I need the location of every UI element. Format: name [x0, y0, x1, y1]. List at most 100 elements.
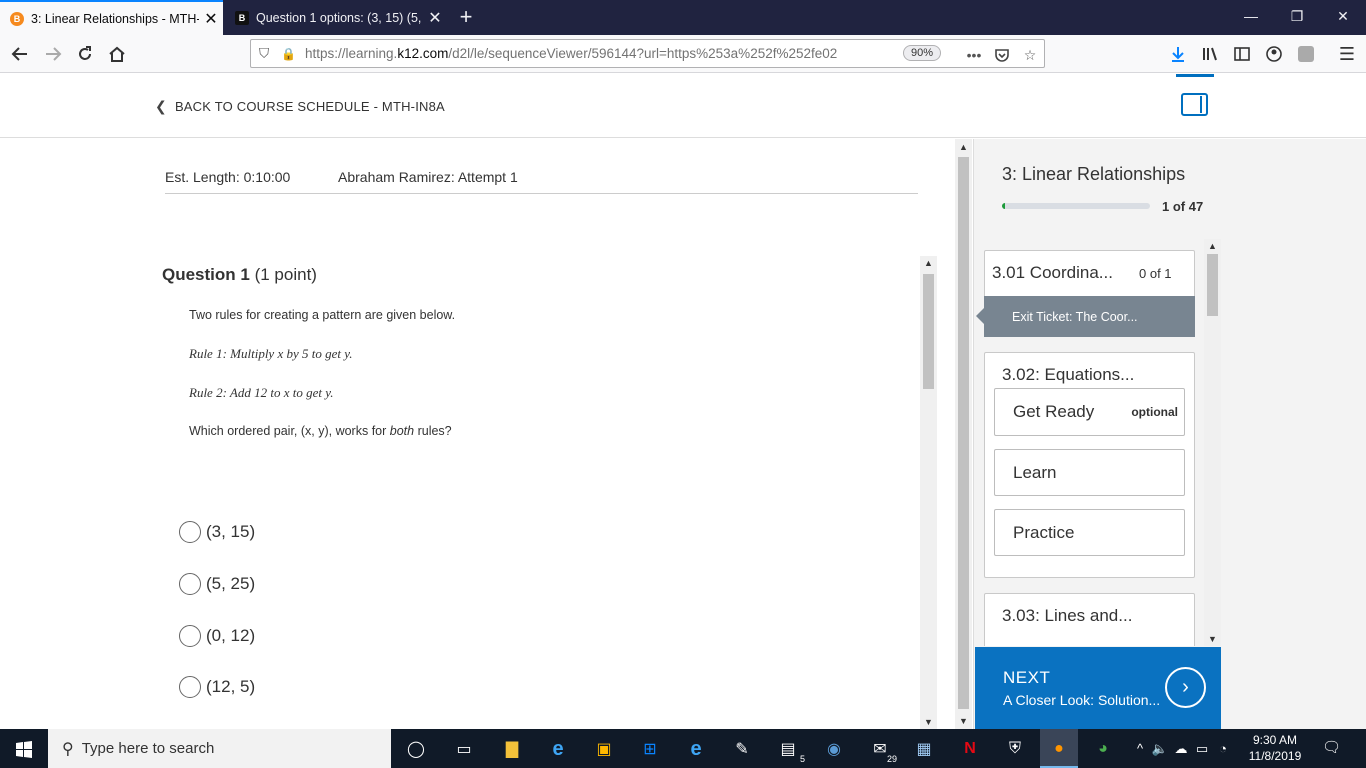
- account-icon[interactable]: [1259, 39, 1289, 69]
- radio-button[interactable]: [179, 573, 201, 595]
- quiz-content: Est. Length: 0:10:00 Abraham Ramirez: At…: [0, 139, 955, 729]
- store-icon[interactable]: ▣: [589, 734, 619, 764]
- url-bar[interactable]: ⛉ 🔒 https://learning.k12.com/d2l/le/sequ…: [250, 39, 1045, 68]
- netflix-icon[interactable]: N: [955, 734, 985, 764]
- close-window-icon[interactable]: ✕: [1320, 0, 1366, 35]
- forward-arrow-icon[interactable]: [38, 39, 68, 69]
- edge-legacy-icon[interactable]: e: [543, 734, 573, 764]
- question-intro: Two rules for creating a pattern are giv…: [189, 308, 456, 322]
- content-scrollbar[interactable]: ▲ ▼: [955, 139, 972, 729]
- answer-choice[interactable]: (0, 12): [179, 624, 255, 648]
- scroll-down-icon[interactable]: ▼: [920, 717, 937, 727]
- lesson-item-get-ready[interactable]: Get Ready optional: [994, 388, 1185, 436]
- est-length: Est. Length: 0:10:00: [165, 169, 291, 185]
- library-icon[interactable]: [1195, 39, 1225, 69]
- home-icon[interactable]: [102, 39, 132, 69]
- onedrive-icon[interactable]: ☁: [1170, 741, 1192, 757]
- back-to-course-link[interactable]: ❮ BACK TO COURSE SCHEDULE - MTH-IN8A: [155, 98, 445, 115]
- task-view-icon[interactable]: ▭: [449, 734, 479, 764]
- attempt-info: Abraham Ramirez: Attempt 1: [338, 169, 518, 185]
- scroll-down-icon[interactable]: ▼: [1204, 634, 1221, 644]
- bookmark-star-icon[interactable]: ☆: [1021, 46, 1039, 64]
- scrollbar-thumb[interactable]: [1207, 254, 1218, 316]
- search-icon: ⚲: [62, 740, 74, 758]
- close-tab-icon[interactable]: ✕: [199, 9, 223, 29]
- shield-icon[interactable]: ⛉: [259, 46, 277, 62]
- security-shield-icon[interactable]: ⛨: [1000, 734, 1030, 764]
- search-placeholder: Type here to search: [81, 740, 215, 757]
- panel-toggle-icon[interactable]: [1181, 93, 1208, 116]
- url-text[interactable]: https://learning.k12.com/d2l/le/sequence…: [305, 46, 885, 61]
- radio-button[interactable]: [179, 521, 201, 543]
- reload-icon[interactable]: [70, 39, 100, 69]
- more-actions-icon[interactable]: •••: [965, 46, 983, 64]
- lesson-card-title: 3.03: Lines and...: [1002, 606, 1133, 625]
- lesson-item-learn[interactable]: Learn: [994, 449, 1185, 496]
- firefox-icon[interactable]: ●: [1040, 729, 1078, 768]
- rule-2: Rule 2: Add 12 to x to get y.: [189, 385, 334, 400]
- clock-time: 9:30 AM: [1252, 733, 1298, 747]
- back-link-label: BACK TO COURSE SCHEDULE - MTH-IN8A: [174, 99, 445, 114]
- clock-date: 11/8/2019: [1248, 749, 1302, 763]
- windows-app-icon[interactable]: ⊞: [635, 734, 665, 764]
- wifi-icon[interactable]: ◔: [1212, 741, 1234, 756]
- progress-text: 1 of 47: [1162, 199, 1204, 214]
- radio-button[interactable]: [179, 676, 201, 698]
- browser-tab-active[interactable]: B 3: Linear Relationships - MTH-IN ✕: [0, 0, 223, 35]
- next-activity-button[interactable]: NEXT A Closer Look: Solution... ›: [975, 647, 1221, 729]
- choice-label: (3, 15): [206, 522, 256, 541]
- page-header: ❮ BACK TO COURSE SCHEDULE - MTH-IN8A: [0, 74, 1366, 138]
- chrome-icon[interactable]: ◕: [1088, 734, 1118, 764]
- scroll-up-icon[interactable]: ▲: [1204, 241, 1221, 251]
- taskbar-clock[interactable]: 9:30 AM 11/8/2019: [1245, 732, 1305, 764]
- file-explorer-icon[interactable]: ▇: [497, 734, 527, 764]
- restore-icon[interactable]: ❐: [1274, 0, 1320, 35]
- new-tab-icon[interactable]: +: [452, 4, 480, 30]
- scrollbar-thumb[interactable]: [958, 157, 969, 709]
- active-lesson-item[interactable]: Exit Ticket: The Coor...: [976, 296, 1195, 337]
- cortana-icon[interactable]: ◯: [401, 734, 431, 764]
- lock-icon[interactable]: 🔒: [281, 47, 297, 61]
- mail-icon[interactable]: ✉ 29: [865, 734, 897, 764]
- browser-tab-inactive[interactable]: B Question 1 options: (3, 15) (5, 2 ✕: [225, 0, 447, 35]
- extension-icon[interactable]: [1291, 39, 1321, 69]
- control-panel-icon[interactable]: ▦: [909, 734, 939, 764]
- lesson-item-label: Get Ready: [1013, 402, 1095, 421]
- app-group-icon[interactable]: ▤ 5: [773, 734, 805, 764]
- windows-start-icon[interactable]: [0, 729, 48, 768]
- lesson-item-practice[interactable]: Practice: [994, 509, 1185, 556]
- zoom-level-badge[interactable]: 90%: [903, 45, 942, 61]
- sidebar-icon[interactable]: [1227, 39, 1257, 69]
- tab-title: 3: Linear Relationships - MTH-IN: [31, 11, 199, 26]
- answer-choice[interactable]: (12, 5): [179, 675, 255, 699]
- answer-choice[interactable]: (5, 25): [179, 572, 255, 596]
- answer-choice[interactable]: (3, 15): [179, 520, 255, 544]
- scroll-up-icon[interactable]: ▲: [955, 142, 972, 152]
- pocket-icon[interactable]: [993, 46, 1011, 64]
- volume-icon[interactable]: 🔈: [1150, 741, 1170, 757]
- minimize-icon[interactable]: —: [1228, 0, 1274, 35]
- back-arrow-icon[interactable]: [5, 39, 35, 69]
- lesson-item-label: Practice: [1013, 522, 1075, 542]
- sidebar-scrollbar[interactable]: ▲ ▼: [1204, 239, 1221, 646]
- question-scrollbar[interactable]: ▲ ▼: [920, 256, 937, 729]
- question-frame: Question 1 (1 point) Two rules for creat…: [160, 257, 938, 729]
- menu-hamburger-icon[interactable]: ☰: [1332, 39, 1362, 69]
- close-tab-icon[interactable]: ✕: [423, 8, 447, 28]
- scrollbar-thumb[interactable]: [923, 274, 934, 389]
- battery-icon[interactable]: ▭: [1192, 741, 1212, 757]
- download-icon[interactable]: [1163, 39, 1193, 69]
- lesson-list: 3.01 Coordina... 0 of 1 Exit Ticket: The…: [974, 239, 1221, 646]
- active-lesson-label: Exit Ticket: The Coor...: [1012, 309, 1138, 324]
- taskbar-search[interactable]: ⚲ Type here to search: [48, 729, 391, 768]
- tray-expand-icon[interactable]: ^: [1130, 741, 1150, 756]
- edge-icon[interactable]: e: [681, 734, 711, 764]
- course-sidebar: 3: Linear Relationships 1 of 47 3.01 Coo…: [973, 139, 1366, 729]
- notification-center-icon[interactable]: 🗨: [1322, 738, 1341, 756]
- chrome-alt-icon[interactable]: ◉: [819, 734, 849, 764]
- browser-tab-bar: B 3: Linear Relationships - MTH-IN ✕ B Q…: [0, 0, 1366, 35]
- radio-button[interactable]: [179, 625, 201, 647]
- scroll-up-icon[interactable]: ▲: [920, 258, 937, 268]
- snip-icon[interactable]: ✎: [727, 734, 757, 764]
- scroll-down-icon[interactable]: ▼: [955, 716, 972, 726]
